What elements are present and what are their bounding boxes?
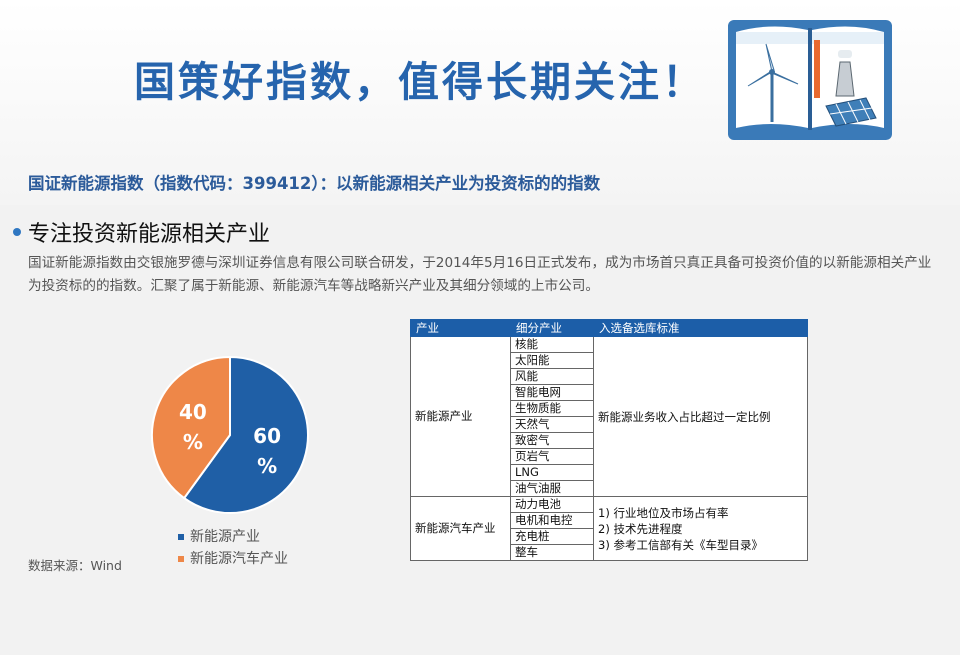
- bullet-dot-icon: [13, 228, 21, 236]
- criteria-cell: 1) 行业地位及市场占有率 2) 技术先进程度 3) 参考工信部有关《车型目录》: [593, 496, 808, 561]
- legend-label: 新能源汽车产业: [190, 551, 288, 567]
- section-title: 专注投资新能源相关产业: [28, 222, 271, 247]
- criteria-line: 新能源业务收入占比超过一定比例: [598, 409, 771, 424]
- table-row: 新能源汽车产业 动力电池 1) 行业地位及市场占有率 2) 技术先进程度 3) 参考工信…: [410, 496, 808, 561]
- column-header: 入选备选库标准: [593, 319, 808, 337]
- legend-label: 新能源产业: [190, 529, 260, 545]
- chart-legend: 新能源产业 新能源汽车产业: [178, 526, 288, 570]
- book-renewable-energy-icon: [728, 20, 892, 140]
- sub-industry-cell: 天然气: [510, 416, 594, 433]
- page-title: 国策好指数，值得长期关注！: [134, 58, 706, 106]
- legend-item-1: 新能源汽车产业: [178, 548, 288, 570]
- column-header: 产业: [410, 319, 511, 337]
- criteria-line: 2) 技术先进程度: [598, 521, 683, 536]
- sub-industry-cell: 智能电网: [510, 384, 594, 401]
- sub-industry-cell: 充电桩: [510, 528, 594, 545]
- column-header: 细分产业: [510, 319, 594, 337]
- sub-industry-cell: 太阳能: [510, 352, 594, 369]
- selection-criteria-table: 产业 细分产业 入选备选库标准 新能源产业 核能 新能源业务收入占比超过一定比例 太阳…: [410, 319, 808, 561]
- index-subtitle: 国证新能源指数（指数代码：399412）：以新能源相关产业为投资标的的指数: [28, 174, 601, 193]
- sub-industry-cell: 页岩气: [510, 448, 594, 465]
- sub-industry-cell: 动力电池: [510, 496, 594, 513]
- criteria-line: 1) 行业地位及市场占有率: [598, 505, 729, 520]
- data-source: 数据来源：Wind: [28, 558, 122, 573]
- sub-industry-cell: LNG: [510, 464, 594, 481]
- legend-item-0: 新能源产业: [178, 526, 288, 548]
- sub-industry-cell: 风能: [510, 368, 594, 385]
- sub-industry-cell: 整车: [510, 544, 594, 561]
- legend-swatch: [178, 534, 184, 540]
- pie-chart: 60 %40%: [151, 355, 309, 514]
- criteria-cell: 新能源业务收入占比超过一定比例: [593, 336, 808, 497]
- section-body: 国证新能源指数由交银施罗德与深圳证券信息有限公司联合研发，于2014年5月16日…: [28, 255, 932, 294]
- sub-industry-cell: 电机和电控: [510, 512, 594, 529]
- industry-cell: 新能源汽车产业: [410, 496, 511, 561]
- criteria-line: 3) 参考工信部有关《车型目录》: [598, 537, 763, 552]
- sub-industry-cell: 生物质能: [510, 400, 594, 417]
- legend-swatch: [178, 556, 184, 562]
- table-row: 新能源产业 核能新能源业务收入占比超过一定比例: [410, 336, 808, 497]
- sub-industry-cell: 油气油服: [510, 480, 594, 497]
- sub-industry-cell: 致密气: [510, 432, 594, 449]
- sub-industry-cell: 核能: [510, 336, 594, 353]
- industry-cell: 新能源产业: [410, 336, 511, 497]
- table-header-row: 产业 细分产业 入选备选库标准: [410, 319, 808, 337]
